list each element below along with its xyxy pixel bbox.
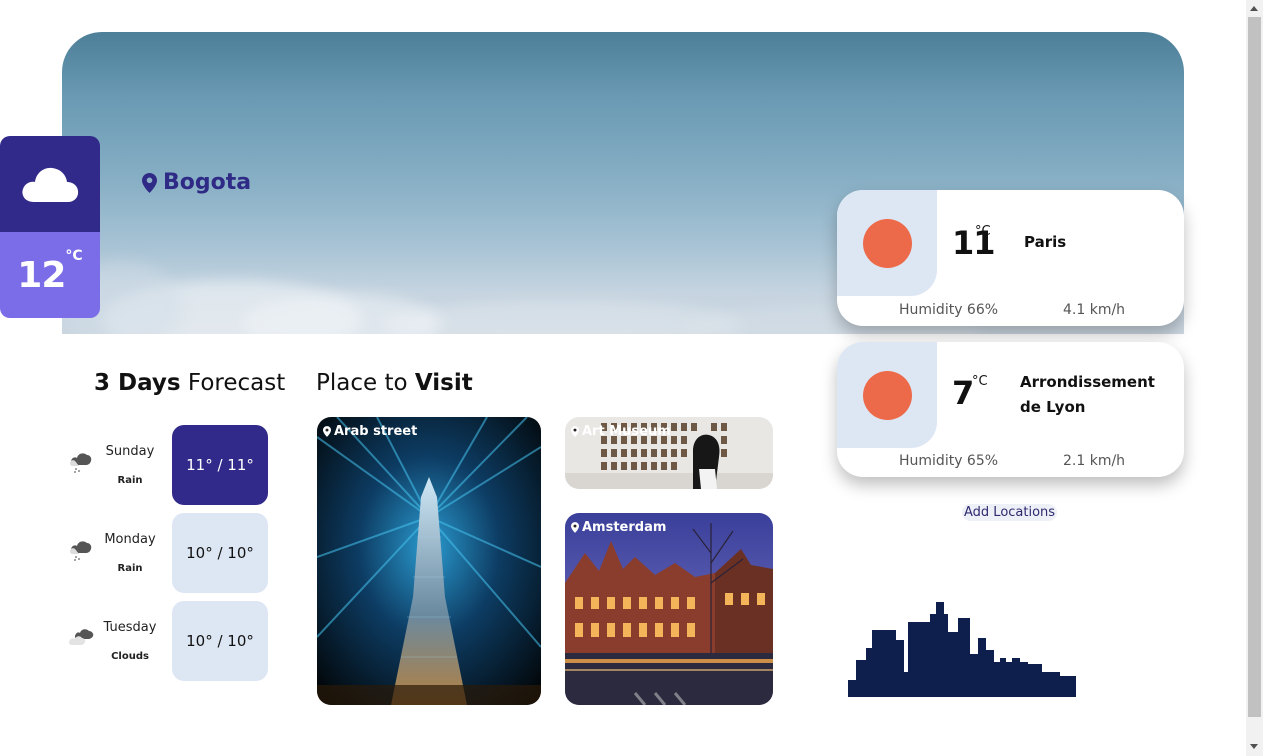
city-skyline-illustration [848,602,1076,697]
location-humidity: Humidity 65% [899,453,999,469]
location-pin-icon [571,522,579,533]
location-pin-icon [142,172,157,193]
location-temp-unit: °C [975,224,991,239]
forecast-title-rest: Forecast [180,370,286,396]
place-card-art-museum[interactable]: Art Museum [565,417,773,489]
forecast-day: Sunday [105,444,155,459]
place-name: Arab street [334,424,418,439]
location-humidity: Humidity 66% [899,302,999,318]
current-temp: 12 [17,254,66,296]
places-title-bold: Visit [414,370,473,396]
place-name: Art Museum [582,424,671,439]
forecast-day: Tuesday [103,620,157,635]
location-pin-icon [571,426,579,437]
place-card-arab-street[interactable]: Arab street [317,417,541,705]
location-temp: 7 [952,374,974,412]
place-image [317,417,541,705]
weather-icon-tile [837,190,937,296]
location-city-line2: de Lyon [1020,398,1086,416]
forecast-desc: Clouds [111,651,149,662]
scrollbar-thumb[interactable] [1248,17,1261,717]
forecast-temp-range[interactable]: 10° / 10° [172,601,268,681]
clouds-icon [68,629,94,645]
forecast-day: Monday [104,532,156,547]
place-label: Art Museum [571,424,671,439]
scroll-down-arrow-icon[interactable] [1250,744,1258,749]
forecast-title: 3 Days Forecast [94,370,285,396]
location-card-lyon[interactable]: 7 °C Arrondissement de Lyon Humidity 65%… [837,342,1184,477]
rain-icon [69,541,92,561]
current-temp-unit: °C [65,248,83,264]
forecast-desc: Rain [117,475,143,486]
sun-icon [862,218,912,268]
location-city-line1: Arrondissement [1020,373,1155,391]
places-title: Place to Visit [316,370,473,396]
cloud-icon [22,167,79,202]
current-city-name: Bogota [163,170,252,195]
location-pin-icon [323,426,331,437]
place-card-amsterdam[interactable]: Amsterdam [565,513,773,705]
places-title-rest: Place to [316,370,415,396]
forecast-title-bold: 3 Days [94,370,181,396]
place-name: Amsterdam [582,520,667,535]
weather-icon-tile [837,342,937,448]
sun-icon [862,370,912,420]
page-scrollbar[interactable] [1246,0,1263,756]
forecast-desc: Rain [117,563,143,574]
scroll-up-arrow-icon[interactable] [1250,6,1258,11]
location-city: Paris [1024,233,1067,251]
forecast-temp-range[interactable]: 10° / 10° [172,513,268,593]
current-temperature-tile: 12 °C [0,232,100,318]
location-wind: 2.1 km/h [1063,453,1126,469]
add-locations-button[interactable]: Add Locations [962,504,1058,521]
place-label: Arab street [323,424,417,439]
current-weather-icon-tile [0,136,100,232]
place-image [565,513,773,705]
location-wind: 4.1 km/h [1063,302,1126,318]
rain-icon [69,453,92,473]
location-card-paris[interactable]: 11 °C Paris Humidity 66% 4.1 km/h [837,190,1184,326]
current-city: Bogota [142,170,251,195]
forecast-temp-range[interactable]: 11° / 11° [172,425,268,505]
location-temp-unit: °C [972,374,988,389]
place-label: Amsterdam [571,520,666,535]
